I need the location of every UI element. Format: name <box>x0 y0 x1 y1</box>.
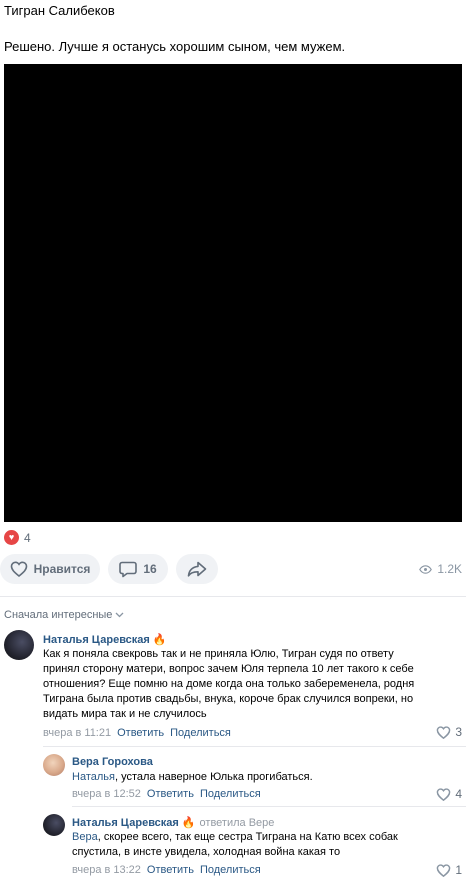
share-icon <box>187 561 207 577</box>
fire-badge-icon: 🔥 <box>181 817 196 829</box>
comment-text: Вера, скорее всего, так еще сестра Тигра… <box>72 831 398 858</box>
post-actions: Нравится 16 1.2K <box>0 554 466 584</box>
share-link[interactable]: Поделиться <box>200 788 261 800</box>
like-label: Нравится <box>33 562 91 576</box>
comment-meta: вчера в 12:52 Ответить Поделиться <box>72 788 261 800</box>
heart-outline-icon <box>436 787 451 801</box>
avatar[interactable] <box>43 754 65 776</box>
comment-text: Наталья, устала наверное Юлька прогибать… <box>72 771 313 783</box>
reactions-count: 4 <box>24 530 31 545</box>
views-counter: 1.2K <box>419 562 462 576</box>
share-link[interactable]: Поделиться <box>200 864 261 876</box>
comment-text: Как я поняла свекровь так и не приняла Ю… <box>43 648 415 720</box>
comment-author[interactable]: Вера Горохова <box>72 756 153 768</box>
divider <box>0 596 466 597</box>
comment-icon <box>119 561 138 577</box>
reply-link[interactable]: Ответить <box>117 727 164 739</box>
avatar[interactable] <box>4 630 34 660</box>
comments-sort-selector[interactable]: Сначала интересные <box>4 609 124 621</box>
mention-link[interactable]: Вера <box>72 831 98 843</box>
eye-icon <box>419 564 433 574</box>
reply-link[interactable]: Ответить <box>147 788 194 800</box>
replied-to[interactable]: ответила Вере <box>200 817 275 829</box>
reactions-summary[interactable]: ♥ 4 <box>4 530 31 545</box>
post-author[interactable]: Тигран Салибеков <box>4 3 115 18</box>
comment-author[interactable]: Наталья Царевская 🔥 ответила Вере <box>72 816 274 829</box>
comment-time[interactable]: вчера в 11:21 <box>43 727 111 739</box>
comment-meta: вчера в 11:21 Ответить Поделиться <box>43 727 231 739</box>
fire-badge-icon: 🔥 <box>152 634 167 646</box>
heart-reaction-icon: ♥ <box>4 530 19 545</box>
comment-like-button[interactable]: 3 <box>436 725 462 739</box>
views-count: 1.2K <box>437 562 462 576</box>
reply-link[interactable]: Ответить <box>147 864 194 876</box>
mention-link[interactable]: Наталья <box>72 771 115 783</box>
post-video[interactable] <box>4 64 462 522</box>
comment-meta: вчера в 13:22 Ответить Поделиться <box>72 864 261 876</box>
like-button[interactable]: Нравится <box>0 554 100 584</box>
heart-outline-icon <box>436 863 451 877</box>
post-text: Решено. Лучше я останусь хорошим сыном, … <box>4 39 346 54</box>
sort-label: Сначала интересные <box>4 609 113 621</box>
comment-separator <box>43 746 466 747</box>
comment-separator <box>72 806 466 807</box>
comment-like-button[interactable]: 1 <box>436 863 462 877</box>
share-button[interactable] <box>176 554 218 584</box>
heart-outline-icon <box>436 725 451 739</box>
comments-count: 16 <box>143 562 157 576</box>
avatar[interactable] <box>43 814 65 836</box>
comment-time[interactable]: вчера в 12:52 <box>72 788 141 800</box>
comment-time[interactable]: вчера в 13:22 <box>72 864 141 876</box>
chevron-down-icon <box>115 612 124 618</box>
share-link[interactable]: Поделиться <box>170 727 231 739</box>
comment-author[interactable]: Наталья Царевская 🔥 <box>43 633 167 646</box>
comment-like-button[interactable]: 4 <box>436 787 462 801</box>
heart-outline-icon <box>10 561 27 577</box>
comments-button[interactable]: 16 <box>108 554 168 584</box>
